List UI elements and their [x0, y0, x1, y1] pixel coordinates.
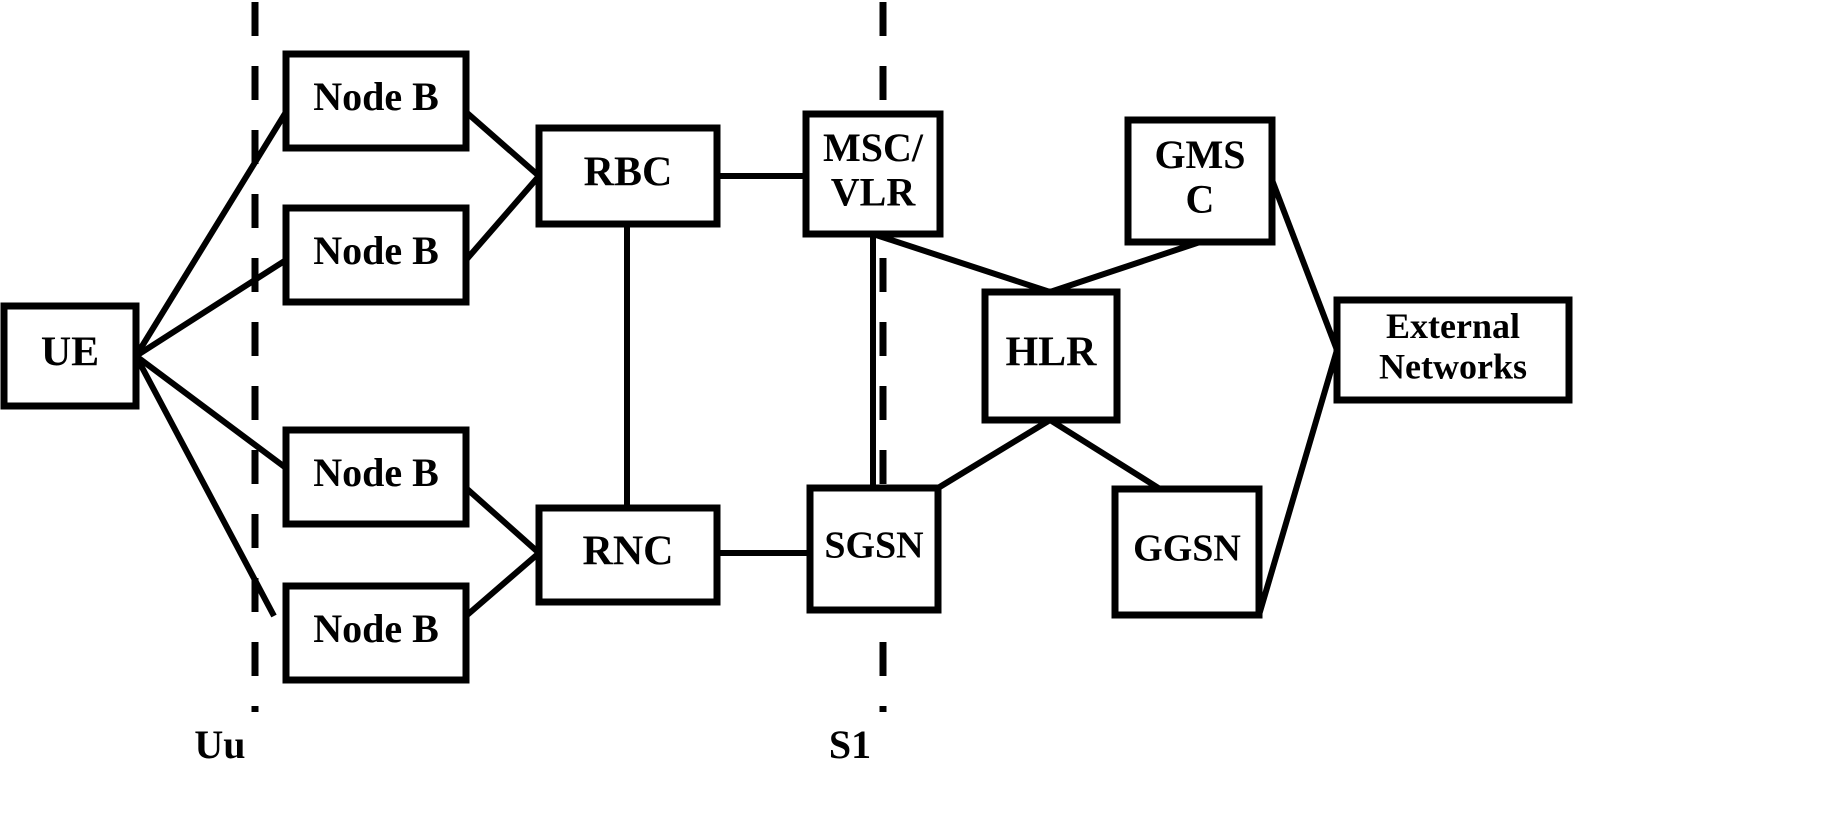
node-label-rnc: RNC	[583, 529, 674, 575]
link-hlr-sgsn	[936, 417, 1052, 491]
node-label-sgsn: SGSN	[824, 525, 923, 567]
node-label-ggsn: GGSN	[1133, 528, 1241, 570]
node-label-ue: UE	[41, 330, 99, 376]
link-nodeb4-rnc	[464, 550, 541, 619]
node-sgsn[interactable]: SGSN	[806, 484, 942, 614]
node-gmsc[interactable]: GMSC	[1124, 116, 1276, 246]
link-nodeb1-rbc	[464, 109, 541, 179]
interface-labels-layer: Uu S1	[194, 722, 871, 767]
node-ggsn[interactable]: GGSN	[1111, 485, 1263, 619]
node-mscvlr[interactable]: MSC/VLR	[802, 110, 944, 238]
node-nodeb4[interactable]: Node B	[282, 582, 470, 684]
boundary-label-s1: S1	[829, 722, 871, 767]
node-label-external: External	[1386, 306, 1520, 346]
link-ue-nodeb2	[134, 257, 288, 359]
node-nodeb3[interactable]: Node B	[282, 426, 470, 528]
link-ggsn-external	[1256, 349, 1340, 616]
node-label-nodeb2: Node B	[313, 228, 439, 273]
boundary-label-uu: Uu	[194, 722, 245, 767]
node-rbc[interactable]: RBC	[535, 124, 721, 228]
node-label-rbc: RBC	[584, 150, 673, 196]
link-nodeb2-rbc	[463, 174, 542, 262]
node-ue[interactable]: UE	[0, 302, 140, 410]
diagram-canvas: UE Node B Node B Node B Node B RBC RNC MSC/VLR S…	[0, 2, 1573, 767]
node-label-mscvlr: VLR	[831, 170, 917, 215]
network-nodes-layer: UE Node B Node B Node B Node B RBC RNC MSC/VLR S…	[0, 50, 1573, 684]
node-nodeb1[interactable]: Node B	[282, 50, 470, 152]
link-nodeb3-rnc	[464, 485, 541, 556]
network-architecture-diagram: UE Node B Node B Node B Node B RBC RNC MSC/VLR S…	[0, 0, 1832, 823]
node-external[interactable]: ExternalNetworks	[1333, 296, 1573, 404]
link-ue-nodeb3	[134, 353, 288, 471]
node-label-gmsc: GMS	[1154, 132, 1245, 177]
link-hlr-ggsn	[1048, 417, 1162, 492]
node-label-nodeb3: Node B	[313, 450, 439, 495]
link-gmsc-external	[1269, 178, 1340, 352]
link-ue-nodeb1	[133, 110, 289, 358]
link-mscvlr-hlr	[872, 231, 1051, 295]
node-nodeb2[interactable]: Node B	[282, 204, 470, 306]
node-label-nodeb4: Node B	[313, 606, 439, 651]
node-label-mscvlr: MSC/	[823, 125, 924, 170]
node-label-external: Networks	[1379, 346, 1527, 386]
node-hlr[interactable]: HLR	[981, 288, 1121, 424]
node-label-hlr: HLR	[1005, 330, 1097, 376]
node-label-gmsc: C	[1186, 177, 1215, 222]
node-label-nodeb1: Node B	[313, 74, 439, 119]
link-gmsc-hlr	[1049, 239, 1201, 295]
node-rnc[interactable]: RNC	[535, 504, 721, 606]
